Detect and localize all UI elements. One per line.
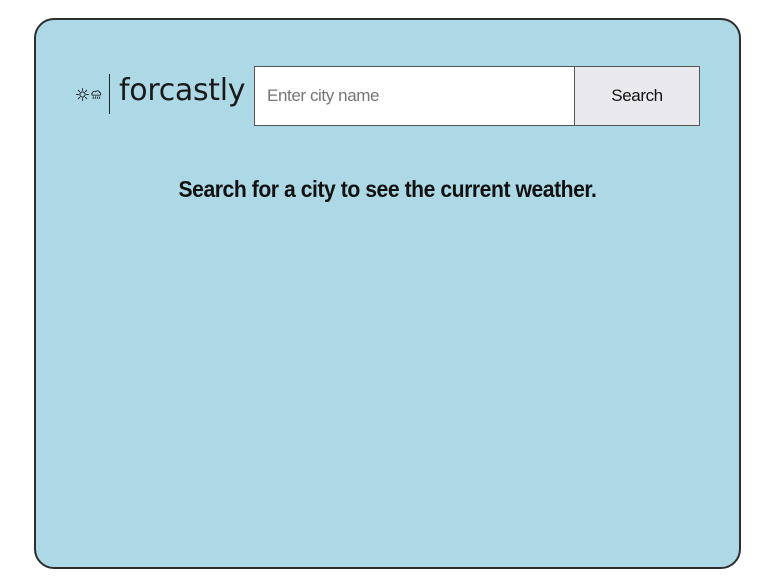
empty-state-message: Search for a city to see the current wea… [178,176,597,202]
cloud-rain-icon [90,88,103,101]
sun-icon [76,87,89,101]
header: forcastly Search [36,20,739,140]
app-logo: forcastly [76,73,246,115]
search-form: Search [254,66,700,126]
logo-divider [109,74,110,114]
weather-app-card: forcastly Search Search for a city to se… [34,18,741,569]
brand-name: forcastly [119,73,246,108]
search-button[interactable]: Search [574,66,700,126]
city-search-input[interactable] [254,66,574,126]
logo-icons [76,87,103,101]
